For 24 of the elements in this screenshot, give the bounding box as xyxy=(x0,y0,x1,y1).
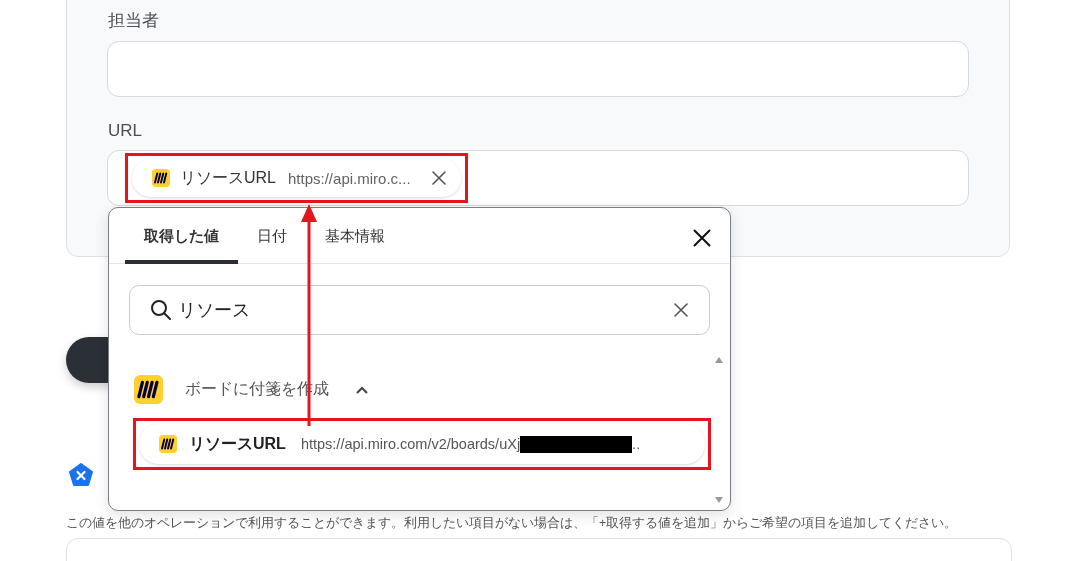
search-field[interactable]: リソース xyxy=(129,285,710,335)
close-icon[interactable] xyxy=(430,170,447,186)
value-chip[interactable]: リソースURL https://api.miro.c... xyxy=(132,159,461,197)
item-value: https://api.miro.com/v2/boards/uXj xyxy=(300,436,521,452)
close-icon[interactable] xyxy=(692,228,712,248)
tab[interactable]: 日付 xyxy=(238,227,306,264)
board-app-icon xyxy=(152,169,170,187)
tab[interactable]: 基本情報 xyxy=(306,227,404,264)
chip-label: リソースURL xyxy=(180,167,276,188)
scrollbar[interactable] xyxy=(714,355,724,505)
chip-value: https://api.miro.c... xyxy=(288,169,411,187)
board-app-icon xyxy=(159,435,177,453)
item-label: リソースURL xyxy=(189,433,286,454)
value-item[interactable]: リソースURL https://api.miro.com/v2/boards/uXj .. xyxy=(139,424,705,464)
clear-icon[interactable] xyxy=(673,302,689,318)
board-app-icon xyxy=(134,375,163,404)
tab[interactable]: 取得した値 xyxy=(125,227,238,264)
search-icon xyxy=(150,299,172,321)
pentagon-icon xyxy=(69,463,93,487)
input-field[interactable]: リソースURL https://api.miro.c... xyxy=(107,150,969,206)
field-label: URL xyxy=(108,121,142,141)
description-text: この値を他のオペレーションで利用することができます。利用したい項目がない場合は、「+取得する値を追加」からご希望の項目を追加してください。 xyxy=(66,515,959,532)
item-value: .. xyxy=(632,436,641,452)
field-label: 担当者 xyxy=(108,10,159,32)
